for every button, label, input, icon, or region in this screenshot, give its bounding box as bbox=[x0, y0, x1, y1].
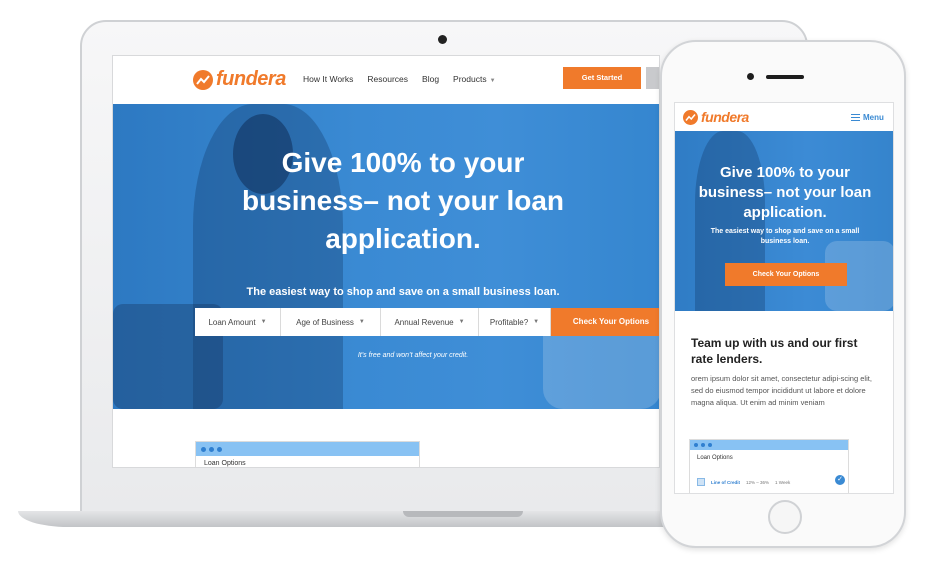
loan-amount-label: Loan Amount bbox=[208, 317, 256, 327]
speaker-grille bbox=[766, 75, 804, 79]
nav-links: How It Works Resources Blog Products ▼ bbox=[303, 74, 496, 84]
product-time: 1 Week bbox=[775, 479, 791, 485]
menu-button[interactable]: Menu bbox=[851, 113, 884, 122]
desktop-hero: Give 100% to your business– not your loa… bbox=[113, 104, 659, 409]
get-started-button[interactable]: Get Started bbox=[563, 67, 641, 89]
chevron-down-icon: ▼ bbox=[458, 319, 465, 325]
loan-amount-select[interactable]: Loan Amount ▼ bbox=[195, 308, 281, 336]
chevron-down-icon: ▼ bbox=[489, 78, 496, 84]
menu-label: Menu bbox=[863, 113, 884, 122]
desktop-nav: fundera How It Works Resources Blog Prod… bbox=[113, 56, 659, 104]
home-button-icon bbox=[768, 500, 802, 534]
logo-text: fundera bbox=[216, 68, 286, 90]
mobile-hero-headline: Give 100% to your business– not your loa… bbox=[698, 164, 872, 221]
annual-revenue-select[interactable]: Annual Revenue ▼ bbox=[381, 308, 479, 336]
age-of-business-label: Age of Business bbox=[296, 317, 354, 327]
product-name: Line of Credit bbox=[711, 479, 740, 485]
profitable-select[interactable]: Profitable? ▼ bbox=[479, 308, 551, 336]
loan-form: Loan Amount ▼ Age of Business ▼ Annual Rev… bbox=[195, 308, 659, 336]
logo[interactable]: fundera bbox=[193, 68, 286, 91]
age-of-business-select[interactable]: Age of Business ▼ bbox=[281, 308, 381, 336]
mobile-logo[interactable]: fundera bbox=[683, 109, 749, 125]
window-dot-icon bbox=[217, 446, 222, 452]
mobile-hero: Give 100% to your business– not your loa… bbox=[675, 131, 893, 311]
loan-options-card: Loan Options bbox=[195, 441, 420, 467]
camera-icon bbox=[438, 35, 447, 44]
laptop-notch bbox=[403, 511, 523, 517]
annual-revenue-label: Annual Revenue bbox=[394, 317, 454, 327]
mobile-hero-subhead: The easiest way to shop and save on a sm… bbox=[710, 228, 860, 245]
check-your-options-button[interactable]: Check Your Options bbox=[551, 308, 659, 336]
mobile-check-options-button[interactable]: Check Your Options bbox=[725, 263, 847, 286]
fundera-logo-icon bbox=[683, 109, 698, 125]
loan-option-row[interactable]: Line of Credit 12% – 36% 1 Week ✓ bbox=[697, 475, 845, 486]
section-body: orem ipsum dolor sit amet, consectetur a… bbox=[691, 374, 872, 407]
mobile-logo-text: fundera bbox=[701, 109, 749, 125]
mobile-screen: fundera Menu Give 100% to your business–… bbox=[674, 102, 894, 494]
mobile-loan-options-label: Loan Options bbox=[697, 455, 733, 461]
nav-link-resources[interactable]: Resources bbox=[367, 74, 408, 84]
mobile-loan-options-card: Loan Options Line of Credit 12% – 36% 1 … bbox=[689, 439, 849, 493]
chevron-down-icon: ▼ bbox=[260, 319, 267, 325]
desktop-screen: fundera How It Works Resources Blog Prod… bbox=[112, 55, 660, 468]
card-window-bar bbox=[196, 442, 419, 456]
nav-link-products-label: Products bbox=[453, 74, 487, 84]
hero-note: It’s free and won’t affect your credit. bbox=[357, 352, 469, 359]
nav-link-blog[interactable]: Blog bbox=[422, 74, 439, 84]
card-window-bar bbox=[690, 440, 848, 450]
line-of-credit-icon bbox=[697, 478, 705, 486]
login-button[interactable] bbox=[646, 67, 659, 89]
profitable-label: Profitable? bbox=[489, 317, 529, 327]
window-dot-icon bbox=[694, 443, 698, 447]
camera-icon bbox=[747, 73, 754, 80]
chevron-down-icon: ▼ bbox=[358, 319, 365, 325]
phone-frame: fundera Menu Give 100% to your business–… bbox=[660, 40, 906, 548]
hamburger-icon bbox=[851, 114, 860, 121]
product-rate: 12% – 36% bbox=[746, 479, 770, 485]
chevron-down-icon: ▼ bbox=[533, 319, 540, 325]
fundera-logo-icon bbox=[193, 69, 213, 90]
window-dot-icon bbox=[701, 443, 705, 447]
window-dot-icon bbox=[209, 446, 214, 452]
nav-link-how-it-works[interactable]: How It Works bbox=[303, 74, 353, 84]
hero-headline: Give 100% to your business– not your loa… bbox=[241, 147, 565, 254]
window-dot-icon bbox=[708, 443, 712, 447]
loan-options-label: Loan Options bbox=[204, 460, 246, 467]
mobile-nav: fundera Menu bbox=[675, 103, 893, 131]
hero-subhead: The easiest way to shop and save on a sm… bbox=[246, 286, 560, 298]
section-title: Team up with us and our first rate lende… bbox=[691, 336, 858, 366]
nav-link-products[interactable]: Products ▼ bbox=[453, 74, 496, 84]
window-dot-icon bbox=[201, 446, 206, 452]
check-icon: ✓ bbox=[835, 475, 845, 485]
